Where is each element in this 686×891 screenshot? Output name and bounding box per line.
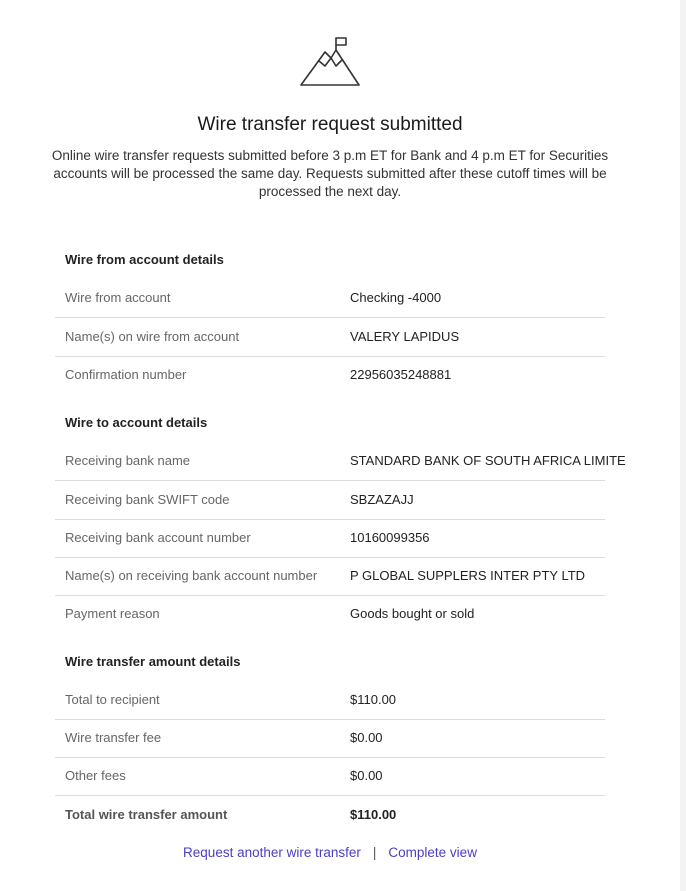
section-heading-to: Wire to account details <box>65 415 208 430</box>
row-label: Other fees <box>65 768 126 783</box>
row-label: Confirmation number <box>65 367 187 382</box>
row-value: $0.00 <box>350 768 383 783</box>
row-label: Total to recipient <box>65 692 160 707</box>
row-label: Receiving bank name <box>65 453 191 468</box>
complete-view-link[interactable]: Complete view <box>388 845 477 860</box>
row-label: Name(s) on receiving bank account number <box>65 568 318 583</box>
detail-row: Other fees $0.00 <box>55 757 605 796</box>
row-value: Goods bought or sold <box>350 606 475 621</box>
request-another-wire-link[interactable]: Request another wire transfer <box>183 845 361 860</box>
detail-row: Payment reason Goods bought or sold <box>55 595 605 633</box>
detail-row: Confirmation number 22956035248881 <box>55 356 605 394</box>
footer-links: Request another wire transfer | Complete v… <box>0 844 660 862</box>
detail-row: Wire from account Checking -4000 <box>55 279 605 318</box>
row-label: Receiving bank SWIFT code <box>65 492 230 507</box>
link-separator: | <box>372 845 377 860</box>
page-title: Wire transfer request submitted <box>197 114 463 135</box>
row-label: Wire transfer fee <box>65 730 162 745</box>
row-value: STANDARD BANK OF SOUTH AFRICA LIMITE <box>350 453 626 468</box>
row-value: VALERY LAPIDUS <box>350 329 460 344</box>
row-label: Receiving bank account number <box>65 530 251 545</box>
scrollbar[interactable] <box>680 0 686 891</box>
row-value: P GLOBAL SUPPLERS INTER PTY LTD <box>350 568 586 583</box>
mountain-flag-icon <box>300 37 360 86</box>
row-value: 10160099356 <box>350 530 430 545</box>
cutoff-notice: Online wire transfer requests submitted … <box>51 148 609 199</box>
row-value: Checking -4000 <box>350 290 442 305</box>
detail-row: Wire transfer fee $0.00 <box>55 719 605 758</box>
detail-row: Receiving bank account number 1016009935… <box>55 519 605 558</box>
detail-row: Receiving bank name STANDARD BANK OF SOU… <box>55 442 626 481</box>
detail-row: Receiving bank SWIFT code SBZAZAJJ <box>55 481 605 520</box>
section-heading-from: Wire from account details <box>65 252 224 267</box>
section-heading-amount: Wire transfer amount details <box>65 654 241 669</box>
row-value: $110.00 <box>350 692 397 707</box>
row-value: 22956035248881 <box>350 367 452 382</box>
row-value: SBZAZAJJ <box>350 492 414 507</box>
row-label: Name(s) on wire from account <box>65 329 240 344</box>
total-row: Total wire transfer amount $110.00 <box>55 796 605 834</box>
row-label: Payment reason <box>65 606 160 621</box>
row-label: Wire from account <box>65 290 171 305</box>
row-value: $110.00 <box>350 807 397 822</box>
row-label: Total wire transfer amount <box>65 807 228 822</box>
detail-row: Name(s) on receiving bank account number… <box>55 557 605 596</box>
detail-row: Name(s) on wire from account VALERY LAPI… <box>55 318 605 357</box>
row-value: $0.00 <box>350 730 383 745</box>
detail-row: Total to recipient $110.00 <box>55 681 605 720</box>
